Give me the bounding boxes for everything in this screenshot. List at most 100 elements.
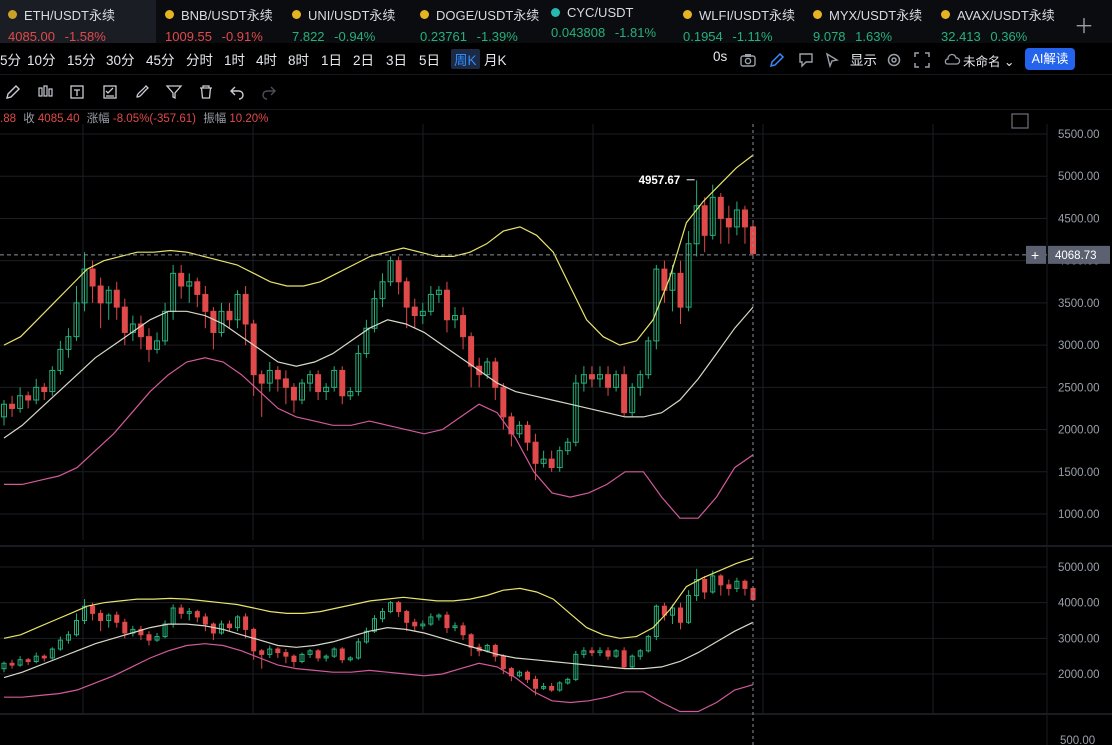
symbol-tab[interactable]: CYC/USDT 0.043808 -1.81% — [543, 0, 674, 43]
y-tick-label: 5500.00 — [1058, 129, 1100, 141]
layout-name-dropdown[interactable]: 未命名 ⌄ — [963, 51, 1014, 70]
tab-name: CYC/USDT — [567, 5, 634, 20]
main-candle — [49, 369, 56, 393]
checklist-icon[interactable] — [101, 83, 119, 101]
sub-candle — [154, 636, 160, 641]
symbol-tab[interactable]: MYX/USDT永续 9.078 1.63% — [805, 0, 932, 44]
main-candle — [121, 306, 128, 333]
sub-candle — [259, 650, 265, 655]
timeframe-option[interactable]: 30分 — [106, 49, 135, 69]
main-candle — [564, 441, 571, 452]
sub-candle — [468, 634, 474, 648]
main-candle — [154, 340, 161, 350]
timeframe-option[interactable]: 8时 — [288, 49, 309, 69]
main-candle — [194, 281, 201, 295]
sub-candle — [629, 655, 635, 668]
timeframe-option[interactable]: 3日 — [386, 49, 407, 69]
timeframe-option[interactable]: 周K — [451, 49, 480, 69]
sub-candle — [565, 678, 571, 684]
redo-icon[interactable] — [260, 83, 278, 101]
main-candle — [105, 289, 112, 304]
sub-candle — [73, 620, 79, 636]
tab-name: MYX/USDT永续 — [829, 8, 923, 23]
filter-icon[interactable] — [165, 83, 183, 101]
brush-icon[interactable] — [133, 83, 151, 101]
trash-icon[interactable] — [197, 83, 215, 101]
sub-candle — [549, 685, 555, 691]
timeframe-option[interactable]: 分时 — [186, 49, 213, 69]
change-value: -8.05%(-357.61) — [112, 113, 196, 125]
pencil-icon[interactable] — [4, 83, 22, 101]
timeframe-option[interactable]: 5分 — [0, 49, 21, 69]
tab-price-value: 0.1954 — [683, 29, 723, 44]
y-tick-label: 5000.00 — [1058, 171, 1100, 183]
main-candle — [492, 361, 499, 388]
sub-upper-band-line — [3, 557, 754, 639]
coin-logo-icon — [813, 10, 822, 19]
timeframe-option[interactable]: 10分 — [27, 49, 56, 69]
main-candle — [210, 310, 217, 333]
timeframe-option[interactable]: 月K — [484, 49, 507, 69]
symbol-tab[interactable]: BNB/USDT永续 1009.55 -0.91% — [157, 0, 283, 44]
edit-icon[interactable] — [768, 51, 786, 69]
crosshair-plus-button — [1026, 245, 1046, 264]
fullscreen-icon[interactable] — [913, 51, 931, 69]
display-button[interactable]: 显示 — [850, 49, 877, 69]
main-candle — [403, 281, 410, 308]
ai-interpret-button[interactable]: AI解读 — [1025, 48, 1075, 70]
sub-candle — [702, 578, 708, 593]
main-candle — [435, 289, 442, 295]
camera-icon[interactable] — [739, 51, 757, 69]
sub-y-tick-label: 3000.00 — [1058, 633, 1100, 645]
cursor-icon[interactable] — [823, 51, 841, 69]
main-candle — [572, 382, 579, 443]
settings-icon[interactable] — [885, 51, 903, 69]
timeframe-option[interactable]: 5日 — [419, 49, 440, 69]
main-candle — [97, 285, 104, 304]
main-candle — [1, 403, 7, 418]
y-tick-label: 1500.00 — [1058, 467, 1100, 479]
main-candle — [613, 374, 620, 388]
main-candle — [202, 293, 209, 312]
sub-candle — [106, 614, 112, 622]
sub-candle — [653, 605, 659, 638]
sub-candle — [1, 662, 7, 670]
sub-candle — [597, 650, 603, 654]
text-tool-icon[interactable] — [68, 83, 86, 101]
sub-candle — [605, 650, 611, 657]
sub-candle — [243, 616, 249, 630]
main-candle — [508, 416, 515, 435]
sub-candle — [661, 605, 667, 616]
timeframe-option[interactable]: 1日 — [321, 49, 342, 69]
alert-icon[interactable] — [797, 51, 815, 69]
sub-candle — [267, 648, 273, 655]
main-candle — [186, 281, 193, 287]
symbol-tab[interactable]: DOGE/USDT永续 0.23761 -1.39% — [412, 0, 542, 44]
add-tab-button[interactable]: ＋ — [1074, 10, 1094, 39]
sub-candle — [57, 639, 63, 650]
tab-price-value: 9.078 — [813, 29, 846, 44]
main-candle — [266, 369, 273, 384]
symbol-tab[interactable]: AVAX/USDT永续 32.413 0.36% — [933, 0, 1074, 44]
sub-candle — [186, 611, 192, 614]
main-candle — [33, 386, 40, 401]
symbol-tab[interactable]: ETH/USDT永续 4085.00 -1.58% — [0, 0, 156, 44]
sub-candle — [380, 611, 386, 620]
main-candle — [419, 310, 426, 317]
timeframe-option[interactable]: 45分 — [146, 49, 175, 69]
timeframe-option[interactable]: 4时 — [256, 49, 277, 69]
timeframe-option[interactable]: 2日 — [353, 49, 374, 69]
tab-price: 32.413 0.36% — [941, 29, 1074, 44]
timeframe-option[interactable]: 15分 — [67, 49, 96, 69]
y-tick-label: 3000.00 — [1058, 340, 1100, 352]
symbol-tab[interactable]: WLFI/USDT永续 0.1954 -1.11% — [675, 0, 804, 44]
main-candle — [371, 298, 378, 329]
tab-symbol-name: ETH/USDT永续 — [8, 5, 156, 24]
timeframe-option[interactable]: 1时 — [224, 49, 245, 69]
candles-icon[interactable] — [36, 83, 54, 101]
main-candle — [323, 386, 330, 393]
undo-icon[interactable] — [228, 83, 246, 101]
main-candle — [580, 374, 587, 384]
main-candle — [588, 374, 595, 380]
symbol-tab[interactable]: UNI/USDT永续 7.822 -0.94% — [284, 0, 411, 44]
